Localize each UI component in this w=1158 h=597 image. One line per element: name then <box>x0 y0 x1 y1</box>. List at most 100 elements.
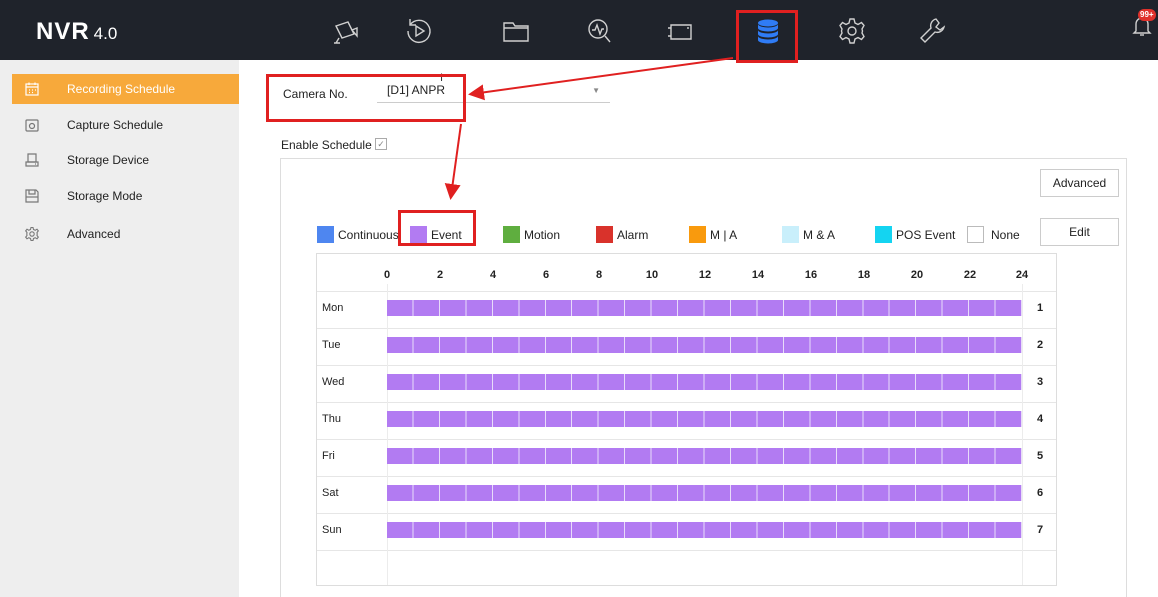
floppy-icon <box>23 187 41 205</box>
hour-tick: 0 <box>383 269 391 281</box>
chevron-down-icon: ▼ <box>592 86 600 95</box>
sidebar-item-label: Recording Schedule <box>67 82 176 96</box>
grid-vline <box>1022 284 1023 585</box>
legend-swatch <box>596 226 613 243</box>
smart-analysis-icon[interactable] <box>580 12 618 50</box>
schedule-bar-mon[interactable] <box>387 300 1022 316</box>
gear-icon <box>23 225 41 243</box>
hour-tick: 22 <box>963 269 977 281</box>
row-copy-number: 2 <box>1037 339 1044 351</box>
playback-icon[interactable] <box>400 12 438 50</box>
legend-label: None <box>991 227 1020 242</box>
notification-badge: 99+ <box>1138 9 1156 21</box>
grid-vline <box>387 284 388 585</box>
enable-schedule-checkbox[interactable]: ✓ <box>375 138 387 150</box>
day-label-mon: Mon <box>322 302 344 314</box>
legend-label: Continuous <box>338 227 399 242</box>
legend-swatch <box>317 226 334 243</box>
legend-motion[interactable]: Motion <box>503 226 560 243</box>
hour-tick: 4 <box>489 269 497 281</box>
day-label-sun: Sun <box>322 524 342 536</box>
hour-tick: 14 <box>751 269 765 281</box>
sidebar-item-label: Storage Mode <box>67 189 143 203</box>
grid-hline <box>317 476 1056 477</box>
maintenance-icon[interactable] <box>913 12 951 50</box>
day-label-tue: Tue <box>322 339 341 351</box>
hour-tick: 12 <box>698 269 712 281</box>
live-view-icon[interactable] <box>326 12 364 50</box>
hour-tick: 24 <box>1015 269 1029 281</box>
hour-tick: 18 <box>857 269 871 281</box>
hour-tick: 10 <box>645 269 659 281</box>
sidebar-item-storage-device[interactable]: Storage Device <box>12 145 239 175</box>
row-copy-number: 7 <box>1037 524 1044 536</box>
day-label-fri: Fri <box>322 450 335 462</box>
row-copy-number: 4 <box>1037 413 1044 425</box>
legend-swatch <box>875 226 892 243</box>
legend-swatch <box>503 226 520 243</box>
schedule-bar-tue[interactable] <box>387 337 1022 353</box>
app-logo: NVR 4.0 <box>36 18 117 46</box>
sidebar-item-capture-schedule[interactable]: Capture Schedule <box>12 110 239 140</box>
legend-label: M | A <box>710 227 738 242</box>
legend-none[interactable]: None <box>967 226 1020 243</box>
legend-label: POS Event <box>896 227 956 242</box>
hdd-icon <box>23 151 41 169</box>
sidebar-item-advanced[interactable]: Advanced <box>12 219 239 249</box>
hour-tick: 20 <box>910 269 924 281</box>
app-version: 4.0 <box>93 24 118 43</box>
enable-schedule-label: Enable Schedule <box>281 138 372 152</box>
sidebar-item-label: Storage Device <box>67 153 150 167</box>
sidebar-item-label: Advanced <box>67 227 121 241</box>
grid-hline <box>317 513 1056 514</box>
hour-tick: 8 <box>595 269 603 281</box>
row-copy-number: 6 <box>1037 487 1044 499</box>
sidebar-item-storage-mode[interactable]: Storage Mode <box>12 181 239 211</box>
sidebar-item-recording-schedule[interactable]: Recording Schedule <box>12 74 239 104</box>
hour-tick: 6 <box>542 269 550 281</box>
edit-button[interactable]: Edit <box>1040 218 1119 246</box>
schedule-bar-sun[interactable] <box>387 522 1022 538</box>
legend-m-or-a[interactable]: M | A <box>689 226 737 243</box>
day-label-sat: Sat <box>322 487 339 499</box>
sidebar-item-label: Capture Schedule <box>67 118 164 132</box>
annotation-storage-highlight <box>736 10 798 63</box>
schedule-bar-thu[interactable] <box>387 411 1022 427</box>
annotation-camera-highlight <box>266 74 466 122</box>
legend-pos-event[interactable]: POS Event <box>875 226 955 243</box>
grid-hline <box>317 402 1056 403</box>
day-label-wed: Wed <box>322 376 345 388</box>
camera-icon <box>23 116 41 134</box>
file-management-icon[interactable] <box>497 12 535 50</box>
legend-label: M & A <box>803 227 836 242</box>
legend-continuous[interactable]: Continuous <box>317 226 399 243</box>
legend-swatch <box>689 226 706 243</box>
legend-swatch <box>967 226 984 243</box>
configuration-icon[interactable] <box>833 12 871 50</box>
grid-hline <box>317 365 1056 366</box>
hour-tick: 16 <box>804 269 818 281</box>
advanced-button[interactable]: Advanced <box>1040 169 1119 197</box>
row-copy-number: 3 <box>1037 376 1044 388</box>
grid-hline <box>317 291 1056 292</box>
legend-swatch <box>782 226 799 243</box>
schedule-bar-fri[interactable] <box>387 448 1022 464</box>
legend-label: Alarm <box>617 227 649 242</box>
app-name: NVR <box>36 18 90 45</box>
schedule-bar-sat[interactable] <box>387 485 1022 501</box>
annotation-event-highlight <box>398 210 476 246</box>
legend-alarm[interactable]: Alarm <box>596 226 648 243</box>
grid-hline <box>317 328 1056 329</box>
legend-label: Motion <box>524 227 561 242</box>
grid-hline <box>317 550 1056 551</box>
grid-hline <box>317 439 1056 440</box>
top-bar: NVR 4.0 99+ <box>0 0 1158 63</box>
calendar-icon <box>23 80 41 98</box>
day-label-thu: Thu <box>322 413 341 425</box>
schedule-bar-wed[interactable] <box>387 374 1022 390</box>
row-copy-number: 5 <box>1037 450 1044 462</box>
row-copy-number: 1 <box>1037 302 1044 314</box>
camera-management-icon[interactable] <box>662 12 700 50</box>
sidebar: Recording Schedule Capture Schedule Stor… <box>0 60 239 597</box>
legend-m-and-a[interactable]: M & A <box>782 226 835 243</box>
